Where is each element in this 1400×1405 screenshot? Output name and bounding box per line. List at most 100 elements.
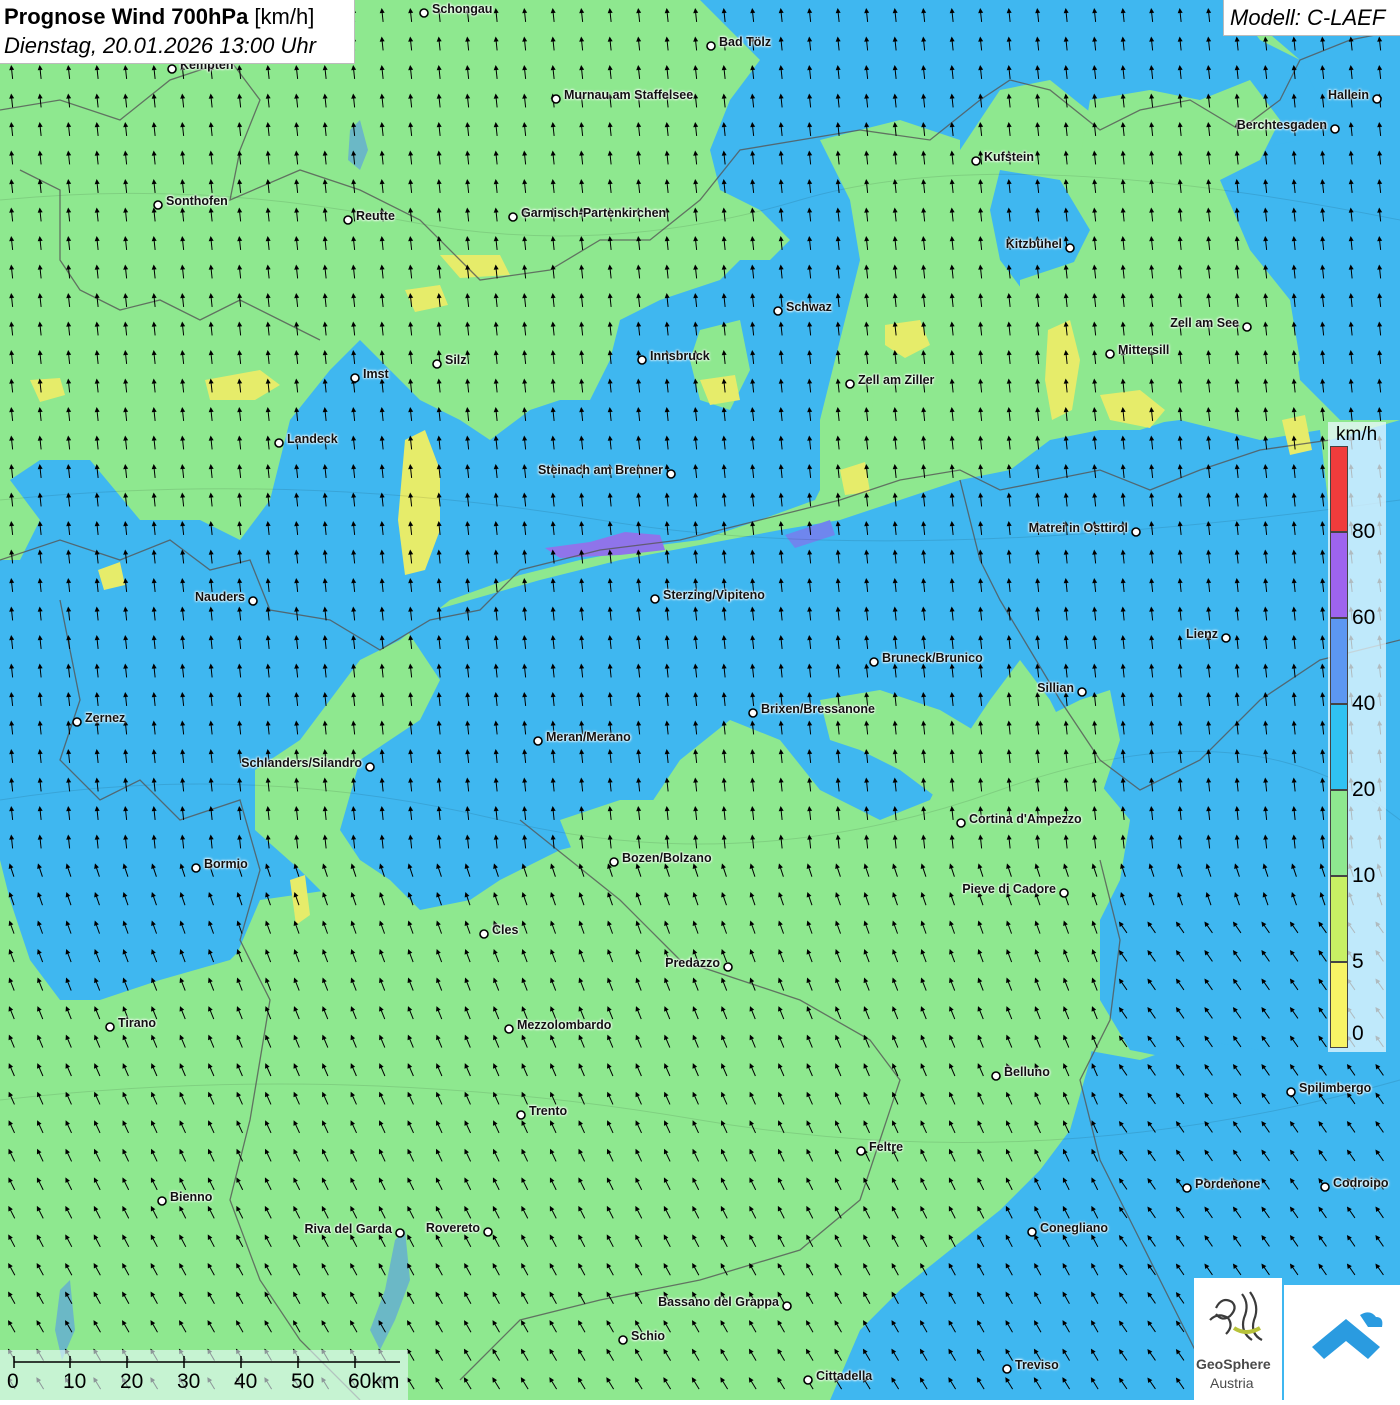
city-label: Matrei in Osttirol bbox=[1028, 521, 1128, 535]
city-marker bbox=[1065, 243, 1075, 253]
city-label: Meran/Merano bbox=[546, 730, 631, 744]
city-marker bbox=[1320, 1182, 1330, 1192]
app-logo[interactable] bbox=[1284, 1285, 1400, 1400]
city-label: Berchtesgaden bbox=[1236, 118, 1327, 132]
city-label: Belluno bbox=[1004, 1065, 1050, 1079]
city-marker bbox=[618, 1335, 628, 1345]
city-marker bbox=[1221, 633, 1231, 643]
city-marker bbox=[991, 1071, 1001, 1081]
city-marker bbox=[350, 373, 360, 383]
scale-bar: 0 10 20 30 40 50 60km bbox=[0, 1350, 408, 1400]
city-marker bbox=[551, 94, 561, 104]
city-marker bbox=[343, 215, 353, 225]
legend-color-swatch bbox=[1330, 446, 1348, 532]
legend-value-label: 5 bbox=[1352, 950, 1364, 973]
city-label: Steinach am Brenner bbox=[537, 463, 663, 477]
city-label: Schwaz bbox=[786, 300, 832, 314]
legend-color-swatch bbox=[1330, 618, 1348, 704]
city-label: Pordenone bbox=[1195, 1177, 1261, 1191]
city-marker bbox=[609, 857, 619, 867]
wind-map[interactable]: Schongau Bad Tölz Kempten Murnau am Staffel… bbox=[0, 0, 1400, 1400]
legend-color-swatch bbox=[1330, 962, 1348, 1048]
city-marker bbox=[1372, 94, 1382, 104]
city-marker bbox=[845, 379, 855, 389]
city-marker bbox=[1002, 1364, 1012, 1374]
city-marker bbox=[956, 818, 966, 828]
city-marker bbox=[432, 359, 442, 369]
city-label: Trento bbox=[529, 1104, 568, 1118]
city-label: Bassano del Grappa bbox=[658, 1295, 779, 1309]
city-label: Schlanders/Silandro bbox=[241, 756, 362, 770]
legend-value-label: 60 bbox=[1352, 606, 1376, 629]
geosphere-logo[interactable]: GeoSphere Austria bbox=[1194, 1278, 1282, 1400]
city-marker bbox=[1027, 1227, 1037, 1237]
legend-value-label: 10 bbox=[1352, 864, 1376, 887]
legend-title: km/h bbox=[1336, 424, 1378, 445]
city-marker bbox=[516, 1110, 526, 1120]
legend-value-label: 40 bbox=[1352, 692, 1376, 715]
city-marker bbox=[1105, 349, 1115, 359]
city-label: Zell am Ziller bbox=[858, 373, 935, 387]
legend-color-swatch bbox=[1330, 532, 1348, 618]
scale-label: 10 bbox=[63, 1370, 87, 1393]
city-marker bbox=[650, 594, 660, 604]
city-label: Bormio bbox=[204, 857, 248, 871]
city-marker bbox=[508, 212, 518, 222]
city-label: Cortina d'Ampezzo bbox=[969, 812, 1082, 826]
legend-value-label: 80 bbox=[1352, 520, 1376, 543]
city-label: Bad Tölz bbox=[719, 35, 772, 49]
city-label: Hallein bbox=[1328, 88, 1369, 102]
city-label: Pieve di Cadore bbox=[962, 882, 1056, 896]
city-label: Riva del Garda bbox=[304, 1222, 392, 1236]
legend-value-label: 20 bbox=[1352, 778, 1376, 801]
city-marker bbox=[1059, 888, 1069, 898]
city-marker bbox=[869, 657, 879, 667]
city-label: Schio bbox=[631, 1329, 666, 1343]
scale-label: 40 bbox=[234, 1370, 258, 1393]
city-marker bbox=[419, 8, 429, 18]
legend-value-label: 0 bbox=[1352, 1022, 1364, 1045]
city-label: Mezzolombardo bbox=[517, 1018, 612, 1032]
city-marker bbox=[483, 1227, 493, 1237]
city-marker bbox=[1131, 527, 1141, 537]
city-marker bbox=[153, 200, 163, 210]
geosphere-name: GeoSphere bbox=[1196, 1356, 1271, 1372]
city-marker bbox=[748, 708, 758, 718]
city-label: Rovereto bbox=[425, 1221, 480, 1235]
city-label: Cles bbox=[492, 923, 519, 937]
city-label: Sillian bbox=[1037, 681, 1074, 695]
city-marker bbox=[504, 1024, 514, 1034]
city-marker bbox=[72, 717, 82, 727]
city-label: Reutte bbox=[356, 209, 395, 223]
city-marker bbox=[191, 863, 201, 873]
city-label: Zell am See bbox=[1170, 316, 1239, 330]
city-marker bbox=[1182, 1183, 1192, 1193]
city-label: Lienz bbox=[1186, 627, 1218, 641]
city-marker bbox=[971, 156, 981, 166]
city-marker bbox=[803, 1375, 813, 1385]
city-label: Imst bbox=[363, 367, 389, 381]
city-label: Brixen/Bressanone bbox=[761, 702, 875, 716]
legend-color-swatch bbox=[1330, 790, 1348, 876]
legend-color-swatch bbox=[1330, 876, 1348, 962]
city-marker bbox=[395, 1228, 405, 1238]
city-marker bbox=[105, 1022, 115, 1032]
city-marker bbox=[723, 962, 733, 972]
color-legend: km/h 80 60 40 20 10 5 0 bbox=[1328, 422, 1386, 1052]
city-label: Bruneck/Brunico bbox=[882, 651, 983, 665]
city-label: Garmisch-Partenkirchen bbox=[521, 206, 667, 220]
map-title: Prognose Wind 700hPa [km/h] bbox=[4, 4, 315, 29]
city-marker bbox=[479, 929, 489, 939]
city-marker bbox=[856, 1146, 866, 1156]
city-marker bbox=[666, 469, 676, 479]
city-marker bbox=[365, 762, 375, 772]
model-box: Modell: C-LAEF bbox=[1223, 0, 1400, 36]
city-label: Treviso bbox=[1015, 1358, 1059, 1372]
forecast-datetime: Dienstag, 20.01.2026 13:00 Uhr bbox=[4, 33, 316, 58]
city-label: Zernez bbox=[85, 711, 126, 725]
city-label: Silz bbox=[445, 353, 467, 367]
city-label: Kufstein bbox=[984, 150, 1034, 164]
city-marker bbox=[773, 306, 783, 316]
scale-label: 50 bbox=[291, 1370, 315, 1393]
scale-label: 20 bbox=[120, 1370, 144, 1393]
